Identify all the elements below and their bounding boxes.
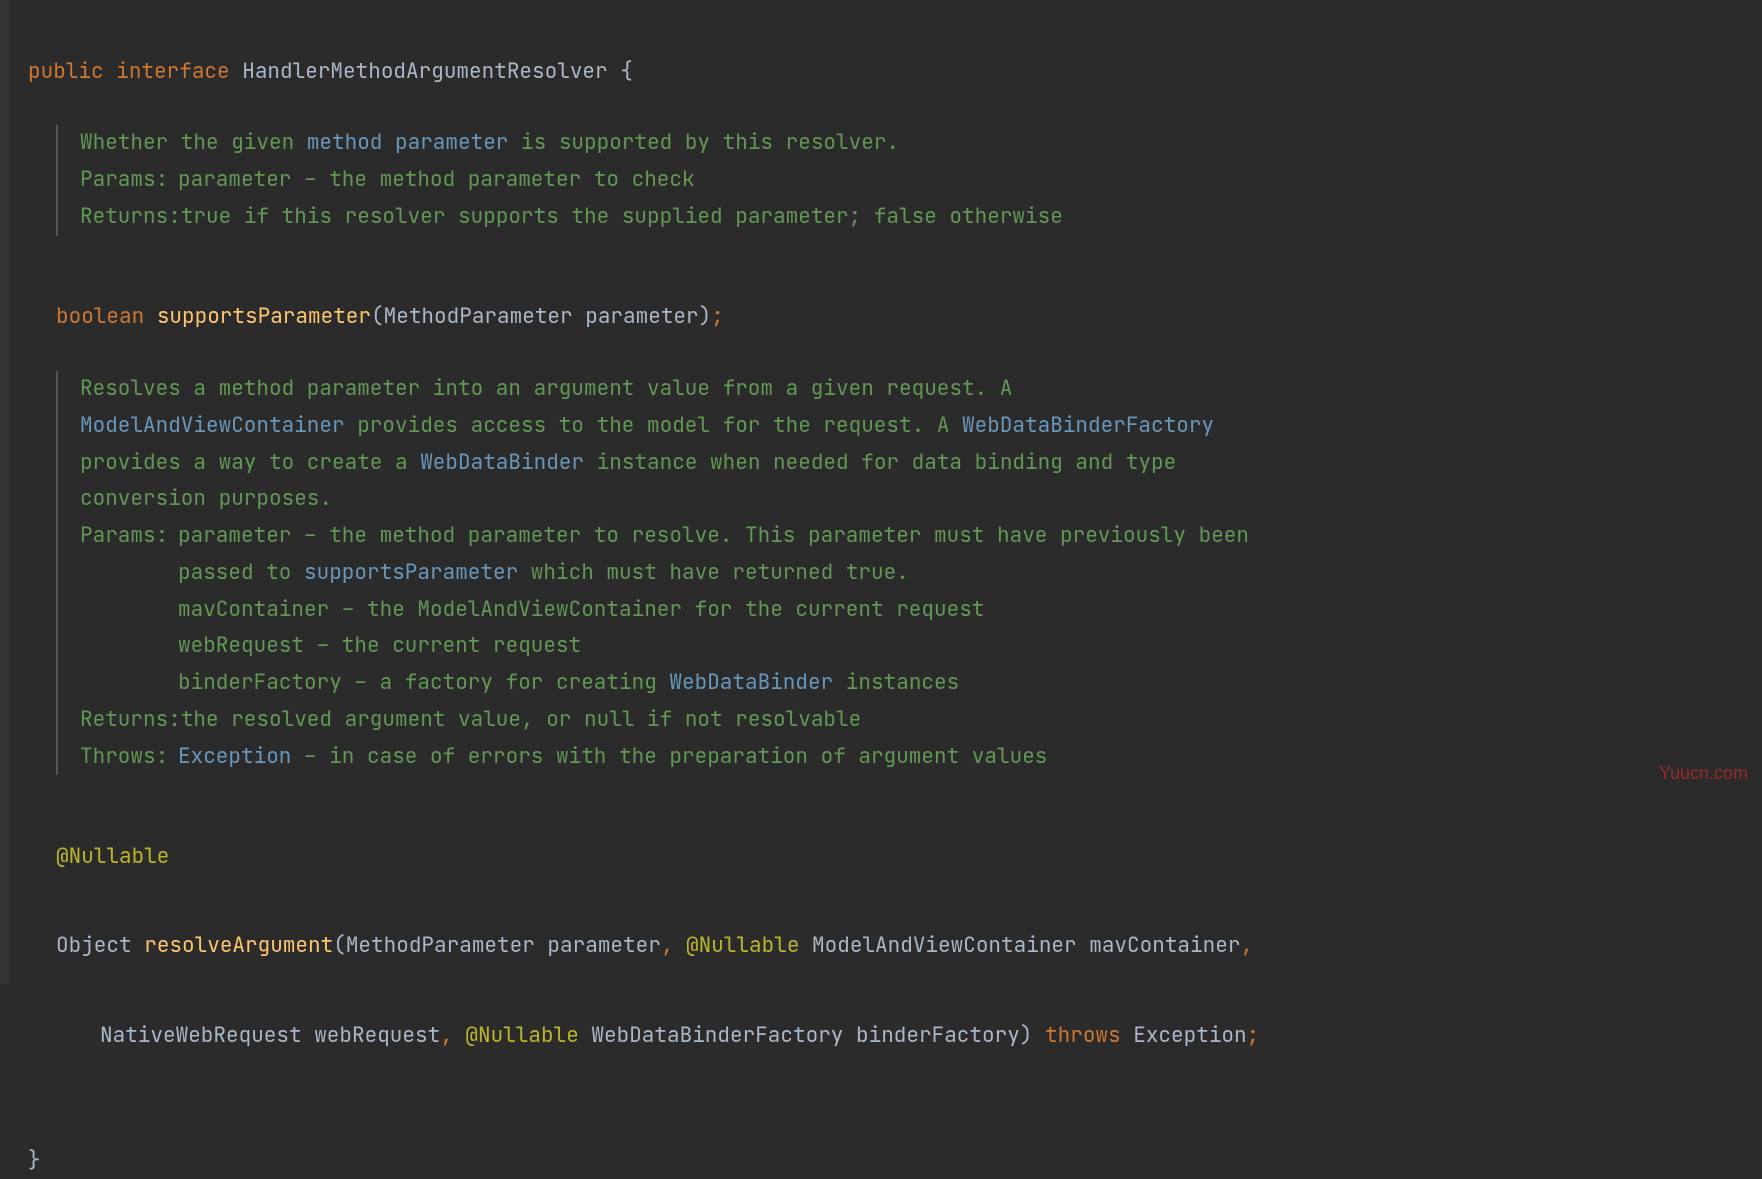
doc-link-exception[interactable]: Exception [178, 743, 291, 770]
doc-params-label: Params: [80, 518, 178, 592]
sig: (MethodParameter parameter [333, 932, 661, 959]
doc-params-body: parameter – the method parameter to reso… [178, 518, 1256, 592]
doc-link-webdatabinder[interactable]: WebDataBinder [669, 669, 833, 696]
brace-close: } [28, 1147, 41, 1174]
doc-text: provides a way to create a [80, 449, 420, 476]
comma: , [440, 1022, 465, 1049]
doc-text: Whether the given [80, 129, 307, 156]
doc-text: is supported by this resolver. [508, 129, 899, 156]
doc-param-binderfactory: binderFactory – a factory for creating W… [178, 665, 1256, 702]
doc-link-modelandviewcontainer[interactable]: ModelAndViewContainer [80, 412, 345, 439]
return-type: Object [56, 932, 132, 959]
keyword-boolean: boolean [56, 303, 144, 330]
doc-blank-tag [80, 628, 178, 665]
keyword-interface: interface [116, 58, 229, 85]
brace-close-line: } [0, 1089, 1762, 1178]
sig: NativeWebRequest webRequest [100, 1022, 440, 1049]
annotation: @Nullable [465, 1022, 578, 1049]
annotation: @Nullable [56, 843, 169, 870]
method-name: supportsParameter [157, 303, 371, 330]
doc-param-webrequest: webRequest – the current request [178, 628, 1256, 665]
watermark: Yuucn.com [1659, 758, 1748, 789]
annotation-nullable: @Nullable [0, 785, 1762, 874]
interface-name: HandlerMethodArgumentResolver [242, 58, 607, 85]
doc-throws-label: Throws: [80, 739, 178, 776]
doc-link-webdatabinder[interactable]: WebDataBinder [420, 449, 584, 476]
doc-link-method-parameter[interactable]: method parameter [307, 129, 509, 156]
method-signature: (MethodParameter parameter) [371, 303, 711, 330]
doc-returns-body: the resolved argument value, or null if … [181, 702, 1256, 739]
semicolon: ; [711, 303, 724, 330]
doc-blank-tag [80, 592, 178, 629]
method-supportsParameter: boolean supportsParameter(MethodParamete… [0, 246, 1762, 335]
code-editor[interactable]: public interface HandlerMethodArgumentRe… [0, 0, 1762, 89]
doc-link-webdatabinderfactory[interactable]: WebDataBinderFactory [962, 412, 1214, 439]
doc-param-mavcontainer: mavContainer – the ModelAndViewContainer… [178, 592, 1256, 629]
doc-text: Resolves a method parameter into an argu… [80, 375, 1012, 402]
method-resolveArgument-line1: Object resolveArgument(MethodParameter p… [0, 875, 1762, 964]
javadoc-supportsParameter: Whether the given method parameter is su… [56, 125, 1256, 235]
doc-returns-label: Returns: [80, 702, 181, 739]
method-name: resolveArgument [144, 932, 333, 959]
doc-text: provides access to the model for the req… [345, 412, 962, 439]
doc-blank-tag [80, 665, 178, 702]
doc-throws-body: Exception – in case of errors with the p… [178, 739, 1256, 776]
keyword-public: public [28, 58, 104, 85]
doc-params-body: parameter – the method parameter to chec… [178, 162, 1256, 199]
semicolon: ; [1247, 1022, 1260, 1049]
keyword-throws: throws [1045, 1022, 1121, 1049]
sig: ModelAndViewContainer mavContainer [799, 932, 1240, 959]
brace-open: { [620, 58, 633, 85]
method-resolveArgument-line2: NativeWebRequest webRequest, @Nullable W… [0, 964, 1762, 1053]
doc-link-supportsparameter[interactable]: supportsParameter [304, 559, 518, 586]
annotation: @Nullable [686, 932, 799, 959]
comma: , [661, 932, 686, 959]
comma: , [1240, 932, 1253, 959]
throws-type: Exception [1121, 1022, 1247, 1049]
sig: WebDataBinderFactory binderFactory) [579, 1022, 1045, 1049]
doc-returns-label: Returns: [80, 199, 181, 236]
editor-gutter [0, 0, 10, 984]
doc-params-label: Params: [80, 162, 178, 199]
doc-returns-body: true if this resolver supports the suppl… [181, 199, 1256, 236]
javadoc-resolveArgument: Resolves a method parameter into an argu… [56, 371, 1256, 775]
